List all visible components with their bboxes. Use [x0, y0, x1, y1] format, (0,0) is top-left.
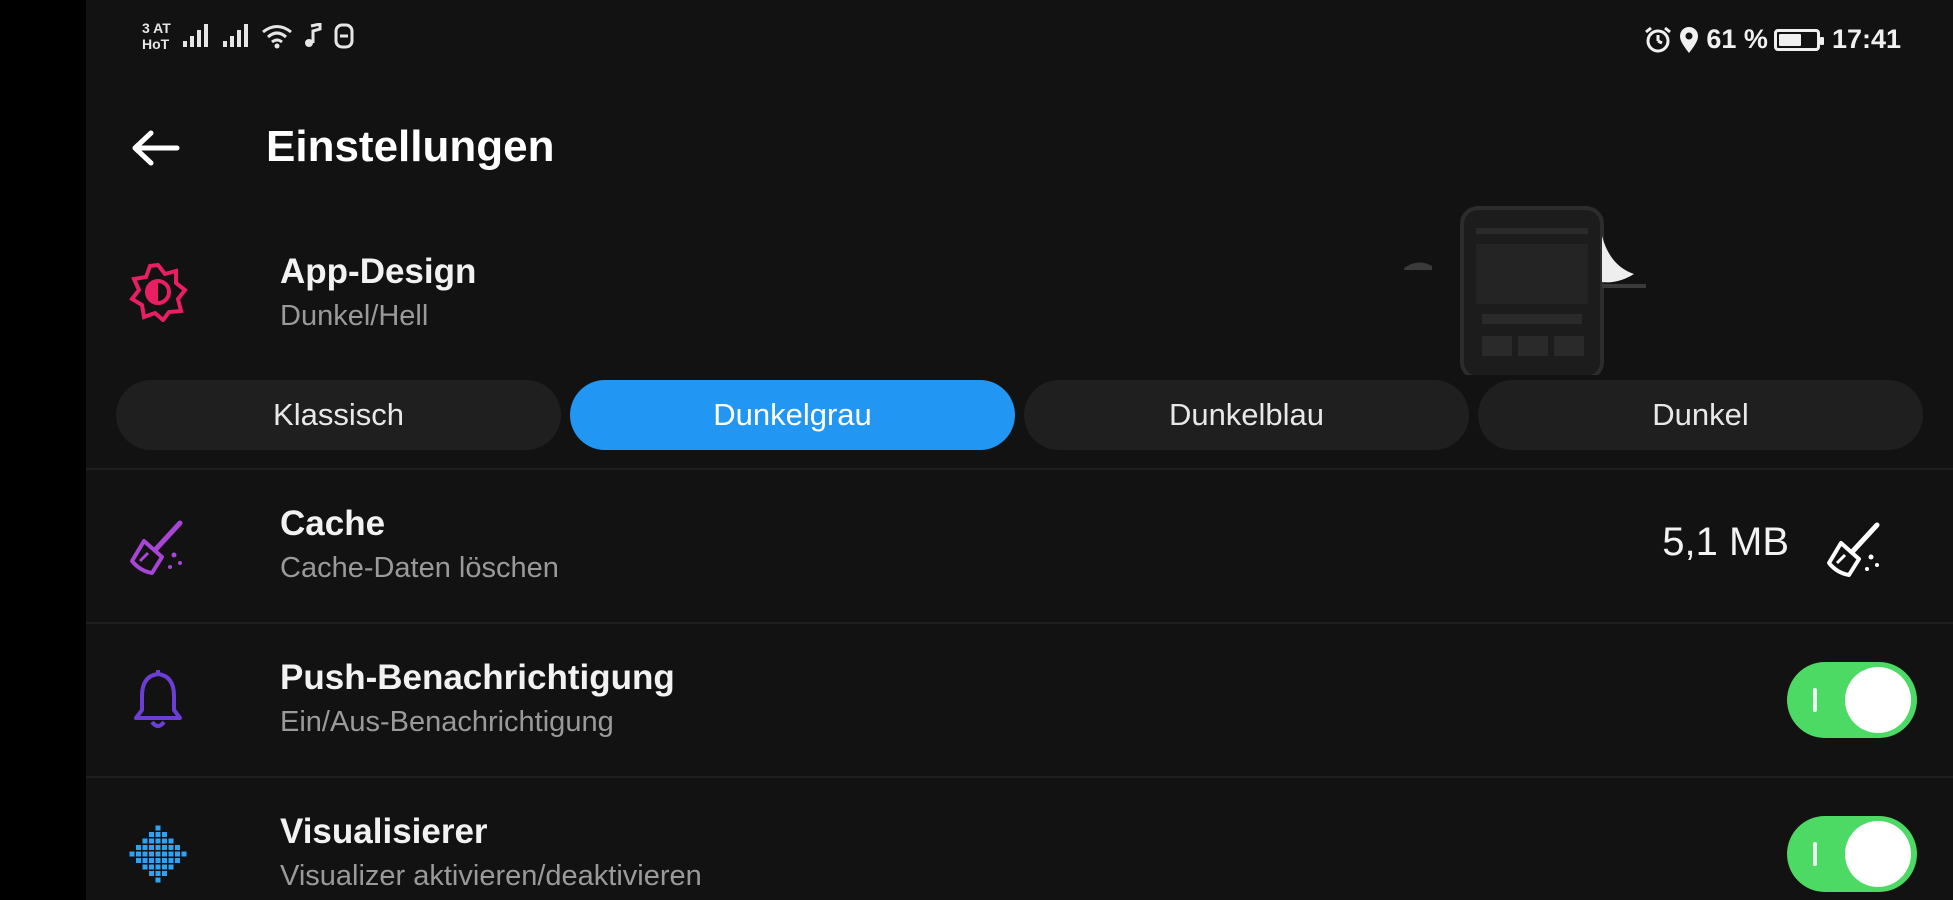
theme-option-dunkelblau[interactable]: Dunkelblau: [1024, 380, 1469, 450]
cache-subtitle: Cache-Daten löschen: [280, 552, 559, 584]
carrier-top: 3 AT: [142, 20, 171, 36]
status-bar-left: 3 AT HoT: [142, 20, 355, 52]
visualizer-dot: [168, 851, 174, 857]
visualizer-dot: [155, 851, 161, 857]
toggle-knob: [1845, 821, 1911, 887]
visualizer-dot: [149, 845, 154, 850]
visualizer-dot: [136, 851, 141, 857]
visualizer-toggle[interactable]: [1787, 816, 1917, 892]
push-notification-toggle[interactable]: [1787, 662, 1917, 738]
visualizer-dot: [175, 845, 180, 850]
push-notification-text: Push-Benachrichtigung Ein/Aus-Benachrich…: [280, 656, 675, 742]
visualizer-dot: [168, 864, 174, 870]
theme-selector: Klassisch Dunkelgrau Dunkelblau Dunkel: [116, 380, 1924, 450]
visualizer-dot: [155, 858, 161, 863]
battery-fill: [1778, 33, 1801, 46]
push-notification-row: Push-Benachrichtigung Ein/Aus-Benachrich…: [86, 624, 1953, 774]
clock: 17:41: [1831, 24, 1901, 54]
visualizer-dot: [175, 851, 180, 857]
push-notification-subtitle: Ein/Aus-Benachrichtigung: [280, 706, 614, 738]
broom-icon: [126, 515, 190, 579]
app-design-title: App-Design: [280, 252, 477, 291]
visualizer-dot: [149, 838, 154, 844]
visualizer-dot: [142, 851, 148, 857]
visualizer-dot: [149, 832, 154, 837]
alarm-icon: [1644, 25, 1672, 55]
signal-icon: [221, 21, 251, 51]
carrier-label: 3 AT HoT: [142, 20, 171, 52]
visualizer-dot: [175, 858, 180, 863]
toggle-on-indicator: [1813, 842, 1817, 866]
cache-size-value: 5,1 MB: [1662, 520, 1789, 564]
visualizer-dot: [162, 871, 167, 876]
theme-illustration: [1396, 200, 1646, 380]
theme-option-dunkelgrau[interactable]: Dunkelgrau: [570, 380, 1015, 450]
music-note-icon: [303, 21, 323, 51]
app-design-row: App-Design Dunkel/Hell: [86, 230, 1953, 370]
visualizer-title: Visualisierer: [280, 812, 488, 851]
visualizer-dot: [136, 858, 141, 863]
visualizer-dot: [142, 845, 148, 850]
visualizer-dot: [155, 838, 161, 844]
arrow-left-icon: [132, 130, 180, 166]
location-icon: [1678, 25, 1700, 55]
visualizer-dot: [142, 864, 148, 870]
app-header: Einstellungen: [86, 100, 1953, 200]
visualizer-dot: [136, 845, 141, 850]
status-bar-right: 61 % 17:41: [1644, 24, 1901, 55]
theme-option-klassisch[interactable]: Klassisch: [116, 380, 561, 450]
battery-icon: [1773, 28, 1824, 51]
visualizer-dot: [162, 832, 167, 837]
visualizer-subtitle: Visualizer aktivieren/deaktivieren: [280, 860, 702, 892]
carrier-bottom: HoT: [142, 36, 170, 52]
visualizer-dot: [142, 858, 148, 863]
visualizer-dot: [129, 851, 135, 857]
app-design-subtitle: Dunkel/Hell: [280, 300, 429, 332]
visualizer-dot: [168, 838, 174, 844]
visualizer-dot: [149, 864, 154, 870]
visualizer-dot: [162, 864, 167, 870]
visualizer-dot: [162, 838, 167, 844]
visualizer-dot: [162, 851, 167, 857]
battery-percent: 61 %: [1706, 24, 1768, 54]
app-design-text: App-Design Dunkel/Hell: [280, 250, 476, 336]
toggle-on-indicator: [1813, 688, 1817, 712]
theme-option-dunkel[interactable]: Dunkel: [1478, 380, 1923, 450]
cache-title: Cache: [280, 504, 386, 543]
settings-screen: 3 AT HoT 61 % 17:41 Einstellungen App-De…: [86, 0, 1953, 900]
push-notification-title: Push-Benachrichtigung: [280, 658, 675, 697]
cache-text: Cache Cache-Daten löschen: [280, 502, 559, 588]
toggle-knob: [1845, 667, 1911, 733]
page-title: Einstellungen: [266, 122, 555, 171]
theme-sun-icon: [126, 260, 190, 324]
visualizer-text: Visualisierer Visualizer aktivieren/deak…: [280, 810, 702, 896]
visualizer-dot: [149, 851, 154, 857]
status-bar: 3 AT HoT 61 % 17:41: [86, 0, 1953, 90]
visualizer-dot: [149, 871, 154, 876]
clear-cache-button[interactable]: [1819, 513, 1891, 585]
visualizer-dot: [162, 858, 167, 863]
visualizer-dot: [155, 864, 161, 870]
back-button[interactable]: [126, 118, 186, 178]
visualizer-dot: [155, 832, 161, 837]
bell-icon: [126, 668, 190, 732]
visualizer-dot: [162, 845, 167, 850]
visualizer-dot: [155, 877, 161, 883]
storage-icon: [333, 21, 355, 51]
signal-icon: [181, 21, 211, 51]
broom-icon: [1827, 522, 1880, 577]
visualizer-dot: [142, 838, 148, 844]
visualizer-icon: [126, 822, 190, 886]
visualizer-dot: [155, 845, 161, 850]
visualizer-dot: [149, 858, 154, 863]
visualizer-dot: [155, 825, 161, 831]
visualizer-dot: [155, 871, 161, 876]
wifi-icon: [261, 21, 293, 51]
visualizer-row: Visualisierer Visualizer aktivieren/deak…: [86, 778, 1953, 900]
visualizer-dot: [181, 851, 187, 857]
visualizer-dot: [168, 858, 174, 863]
visualizer-dot: [168, 845, 174, 850]
